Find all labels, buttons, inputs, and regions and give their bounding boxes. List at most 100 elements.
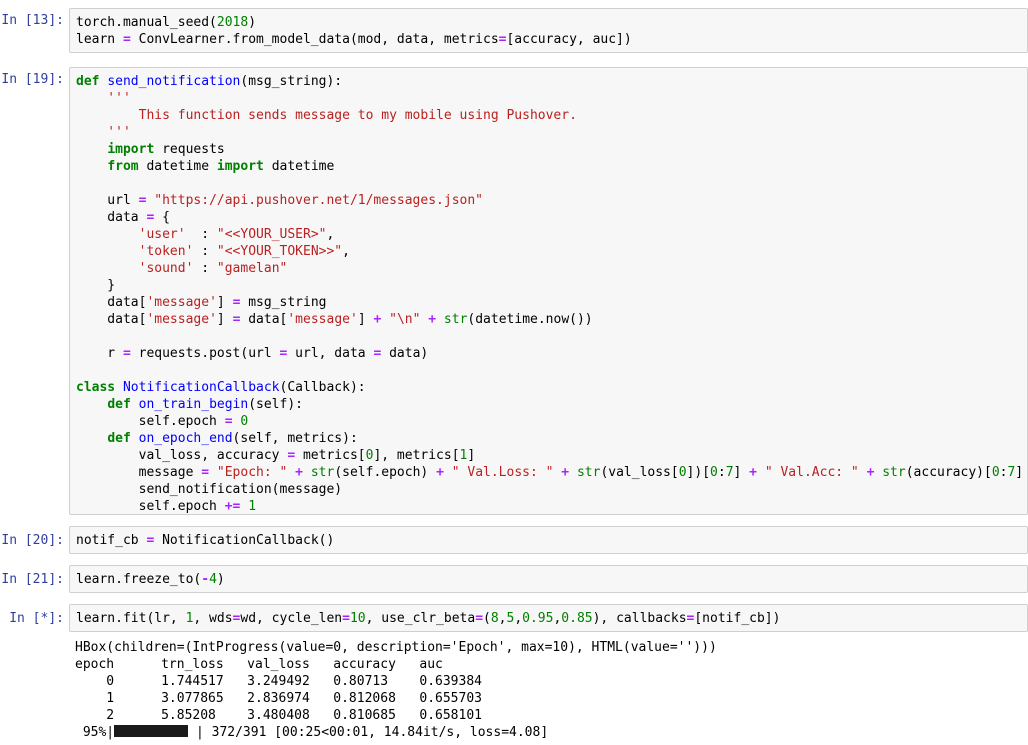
code-token: 0.95 [522, 611, 554, 626]
code-token: "gamelan" [216, 261, 288, 276]
metrics-row: 0 1.744517 3.249492 0.80713 0.639384 [75, 674, 482, 689]
code-line: class NotificationCallback(Callback): [76, 379, 1021, 396]
code-token: 4 [209, 572, 217, 587]
code-token: 'message' [146, 295, 217, 310]
code-token: ])[ [686, 465, 711, 480]
code-token: This function sends message to my mobile… [76, 108, 577, 123]
code-line: This function sends message to my mobile… [76, 107, 1021, 124]
code-token: requests.post(url [130, 346, 280, 361]
code-line: self.epoch += 1 [76, 498, 1021, 514]
cell-prompt: In [20]: [1, 533, 64, 548]
code-line: } [76, 277, 1021, 294]
code-token: on_epoch_end [138, 431, 233, 446]
code-token: msg_string [240, 295, 327, 310]
code-token: torch.manual_seed( [76, 15, 217, 30]
code-token: + [561, 465, 570, 480]
code-input[interactable]: learn.freeze_to(-4) [69, 565, 1028, 593]
code-token: 10 [349, 611, 366, 626]
code-token: NotificationCallback() [154, 533, 335, 548]
code-token: learn.freeze_to( [76, 572, 202, 587]
code-token: (self, metrics): [232, 431, 358, 446]
code-token: data) [381, 346, 429, 361]
code-token: "Epoch: " [216, 465, 288, 480]
code-token: ] [467, 448, 476, 463]
code-token: NotificationCallback [122, 380, 280, 395]
code-line: import requests [76, 141, 1021, 158]
code-token: def [107, 397, 131, 412]
code-token: str [576, 465, 601, 480]
code-token: on_train_begin [138, 397, 249, 412]
progress-status: | 372/391 [00:25<00:01, 14.84it/s, loss=… [188, 725, 549, 740]
code-token: data[ [240, 312, 288, 327]
code-token: notif_cb [76, 533, 147, 548]
code-token: 0 [710, 465, 718, 480]
code-token: 0 [678, 465, 687, 480]
code-token: = [122, 346, 131, 361]
code-token: datetime [138, 159, 217, 174]
code-token: ] [733, 465, 750, 480]
code-token: "\n" [389, 312, 421, 327]
code-token: ( [483, 611, 491, 626]
code-token: self.epoch [76, 414, 225, 429]
code-token: val_loss, accuracy [76, 448, 288, 463]
code-token: , use_clr_beta [365, 611, 476, 626]
code-line: def on_train_begin(self): [76, 396, 1021, 413]
code-token: str [882, 465, 906, 480]
metrics-row: 2 5.85208 3.480408 0.810685 0.658101 [75, 708, 482, 723]
code-line: def on_epoch_end(self, metrics): [76, 430, 1021, 447]
code-token: = [475, 611, 484, 626]
code-line: data['message'] = msg_string [76, 294, 1021, 311]
code-line: self.epoch = 0 [76, 413, 1021, 430]
code-token: = [224, 414, 233, 429]
code-token: "https://api.pushover.net/1/messages.jso… [154, 193, 484, 208]
code-token: [accuracy, auc]) [506, 32, 632, 47]
code-token: , [498, 611, 507, 626]
code-line: 'user' : "<<YOUR_USER>", [76, 226, 1021, 243]
code-token: (self): [248, 397, 303, 412]
code-line: learn = ConvLearner.from_model_data(mod,… [76, 31, 1021, 48]
code-token: (self.epoch) [334, 465, 437, 480]
code-token: ''' [76, 91, 131, 106]
code-token: ] [357, 312, 374, 327]
code-token: 1 [248, 499, 257, 514]
code-token: ] [216, 295, 233, 310]
code-token: , [514, 611, 523, 626]
code-token: , [326, 227, 335, 242]
code-token: "<<YOUR_TOKEN>>" [216, 244, 343, 259]
code-token: def [107, 431, 131, 446]
code-token: wd, cycle_len [240, 611, 343, 626]
code-token: datetime [263, 159, 335, 174]
code-token: 'token' [138, 244, 194, 259]
code-token: str [443, 312, 468, 327]
code-token: " Val.Loss: " [451, 465, 554, 480]
code-token: ) [248, 15, 257, 30]
code-token: ], metrics[ [373, 448, 460, 463]
code-input[interactable]: notif_cb = NotificationCallback() [69, 526, 1028, 554]
code-token: : [717, 465, 726, 480]
code-token: "<<YOUR_USER>" [216, 227, 327, 242]
code-input[interactable]: learn.fit(lr, 1, wds=wd, cycle_len=10, u… [69, 604, 1028, 632]
cell-prompt: In [13]: [1, 13, 64, 28]
code-line: val_loss, accuracy = metrics[0], metrics… [76, 447, 1021, 464]
code-token: ConvLearner.from_model_data(mod, data, m… [130, 32, 499, 47]
code-token: ] [216, 312, 233, 327]
code-input[interactable]: torch.manual_seed(2018) learn = ConvLearn… [69, 8, 1028, 53]
code-input[interactable]: def send_notification(msg_string): ''' T… [69, 67, 1028, 515]
code-line: 'sound' : "gamelan" [76, 260, 1021, 277]
code-token: (Callback): [279, 380, 366, 395]
code-token: data[ [76, 312, 147, 327]
code-line: 'token' : "<<YOUR_TOKEN>>", [76, 243, 1021, 260]
code-token: metrics[ [295, 448, 366, 463]
progress-line: 95%| | 372/391 [00:25<00:01, 14.84it/s, … [75, 724, 1028, 741]
code-token: data [76, 210, 147, 225]
